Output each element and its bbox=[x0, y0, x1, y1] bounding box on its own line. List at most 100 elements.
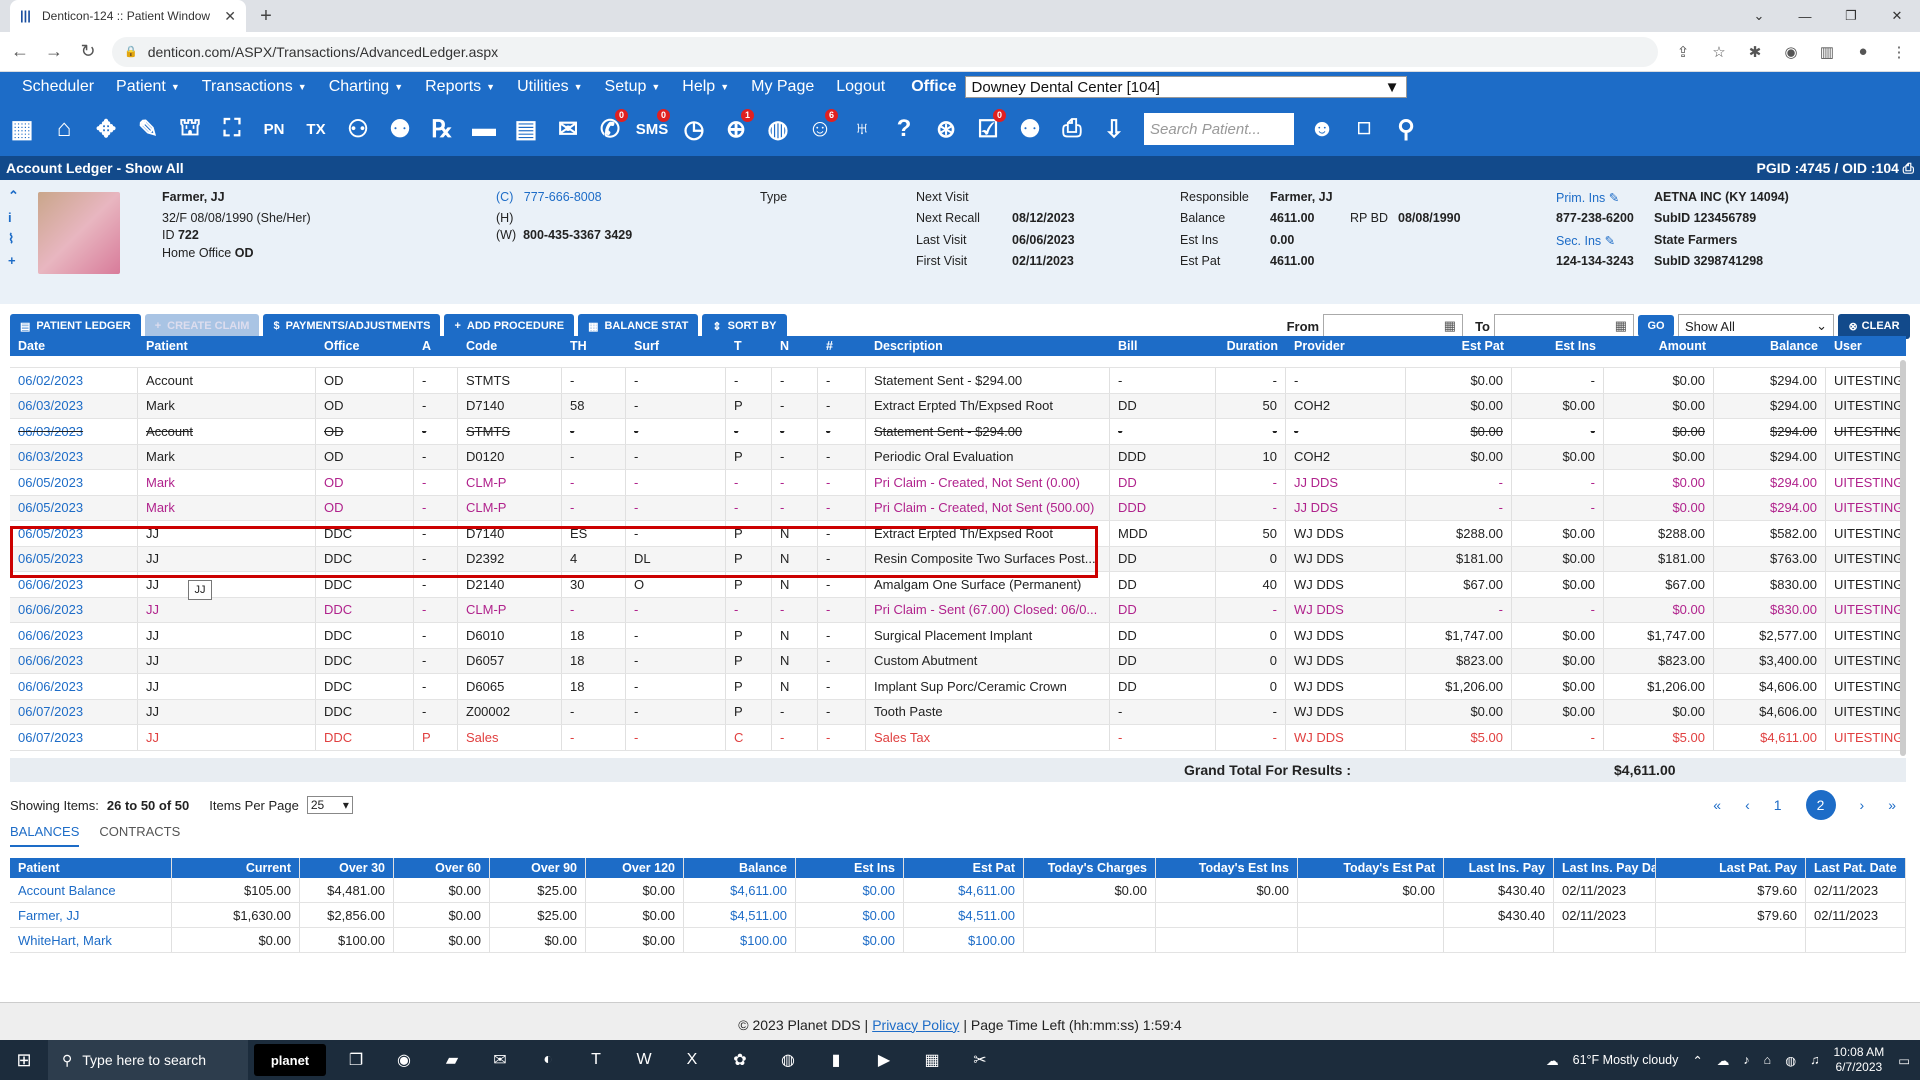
volume-icon[interactable]: ♫ bbox=[1810, 1053, 1819, 1067]
col-header-balance[interactable]: Balance bbox=[1714, 336, 1826, 356]
col-header-patient[interactable]: Patient bbox=[138, 336, 316, 356]
ledger-date-link[interactable]: 06/05/2023 bbox=[10, 495, 138, 520]
checkbox-toggle[interactable]: ☐ bbox=[1346, 109, 1382, 149]
balance-patient-link[interactable]: Account Balance bbox=[10, 878, 172, 902]
ledger-row[interactable]: 06/06/2023 JJ DDC - D6057 18- P N - Custom Abutme… bbox=[10, 648, 1906, 674]
ledger-row[interactable]: 06/03/2023 Account OD - STMTS - - - - - Statement … bbox=[10, 419, 1906, 445]
col-header-est-ins[interactable]: Est Ins bbox=[1512, 336, 1604, 356]
excel-icon[interactable]: X bbox=[668, 1040, 716, 1080]
globe-icon[interactable]: ◍ bbox=[1785, 1053, 1796, 1068]
pn-icon[interactable]: PN bbox=[256, 109, 292, 149]
ledger-row[interactable]: 06/05/2023 Mark OD - CLM-P - - - - - Pri Claim - C… bbox=[10, 470, 1906, 496]
globe-users-icon[interactable]: ⊕ 1 bbox=[718, 109, 754, 149]
tooth-icon[interactable]: ⛫ bbox=[172, 109, 208, 149]
prev-page-button[interactable]: ‹ bbox=[1745, 797, 1750, 813]
chrome-icon[interactable]: ◉ bbox=[380, 1040, 428, 1080]
paint-icon[interactable]: ✿ bbox=[716, 1040, 764, 1080]
balance-cell[interactable]: $4,511.00 bbox=[904, 903, 1024, 927]
balance-cell[interactable]: $100.00 bbox=[904, 928, 1024, 952]
ledger-date-link[interactable]: 06/05/2023 bbox=[10, 470, 138, 495]
tooth-outline-icon[interactable]: ♅ bbox=[844, 109, 880, 149]
planet-app-button[interactable]: planet bbox=[254, 1044, 326, 1076]
calendar-picker-icon[interactable]: ▦ bbox=[1615, 318, 1627, 334]
ledger-row[interactable]: 06/07/2023 JJ DDC - Z00002- - P - - Tooth Paste - -… bbox=[10, 699, 1906, 725]
add-person-icon[interactable]: ⚇ bbox=[340, 109, 376, 149]
bookmark-star-icon[interactable]: ☆ bbox=[1708, 43, 1730, 61]
reload-icon[interactable]: ↻ bbox=[78, 41, 98, 62]
world-icon[interactable]: ◍ bbox=[760, 109, 796, 149]
to-date-input[interactable]: ▦ bbox=[1494, 313, 1634, 339]
menu-item-utilities[interactable]: Utilities ▼ bbox=[495, 78, 582, 96]
privacy-policy-link[interactable]: Privacy Policy bbox=[872, 1017, 959, 1033]
calendar-icon[interactable]: ▦ bbox=[4, 109, 40, 149]
balance-cell[interactable]: $4,611.00 bbox=[684, 878, 796, 902]
close-tab-icon[interactable]: ✕ bbox=[224, 8, 236, 25]
close-window-icon[interactable]: ✕ bbox=[1874, 0, 1920, 32]
ledger-row[interactable]: 06/07/2023 JJ DDC P Sales - - C - - Sales Tax - - WJ … bbox=[10, 725, 1906, 751]
edge-icon[interactable]: ◐ bbox=[524, 1040, 572, 1080]
rx-icon[interactable]: ℞ bbox=[424, 109, 460, 149]
profile-icon[interactable]: ● bbox=[1852, 43, 1874, 60]
edit-sec-ins-icon[interactable]: ✎ bbox=[1605, 234, 1615, 248]
ledger-date-link[interactable]: 06/03/2023 bbox=[10, 419, 138, 444]
sort-by-button[interactable]: ⇕ SORT BY bbox=[702, 313, 787, 339]
menu-item-my-page[interactable]: My Page bbox=[729, 78, 814, 96]
col-header-surf[interactable]: Surf bbox=[626, 336, 726, 356]
col-header-bill[interactable]: Bill bbox=[1110, 336, 1216, 356]
new-tab-button[interactable]: + bbox=[252, 2, 280, 30]
ledger-date-link[interactable]: 06/06/2023 bbox=[10, 674, 138, 699]
patient-ledger-button[interactable]: ▤ PATIENT LEDGER bbox=[10, 313, 141, 339]
ledger-row[interactable]: 06/06/2023 JJ DDC - D6065 18- P N - Implant Sup P… bbox=[10, 674, 1906, 700]
balance-cell[interactable]: $0.00 bbox=[796, 903, 904, 927]
more-menu-icon[interactable]: ⋮ bbox=[1888, 43, 1910, 61]
network-icon[interactable]: ⊛ bbox=[928, 109, 964, 149]
menu-item-patient[interactable]: Patient ▼ bbox=[94, 78, 180, 96]
col-header-a[interactable]: A bbox=[414, 336, 458, 356]
balance-patient-link[interactable]: WhiteHart, Mark bbox=[10, 928, 172, 952]
filter-select[interactable]: Show All ⌄ bbox=[1678, 313, 1834, 339]
edit-ins-icon[interactable]: ✎ bbox=[1609, 191, 1619, 205]
calculator-icon[interactable]: ▦ bbox=[908, 1040, 956, 1080]
printer-doc-icon[interactable]: ▤ bbox=[508, 109, 544, 149]
teams-icon[interactable]: T bbox=[572, 1040, 620, 1080]
menu-item-reports[interactable]: Reports ▼ bbox=[403, 78, 495, 96]
tab-balances[interactable]: BALANCES bbox=[10, 824, 80, 847]
clock[interactable]: 10:08 AM 6/7/2023 bbox=[1833, 1045, 1884, 1075]
page-2-button[interactable]: 2 bbox=[1805, 790, 1836, 820]
col-header-amount[interactable]: Amount bbox=[1604, 336, 1714, 356]
add-group-icon[interactable]: ⚉ bbox=[382, 109, 418, 149]
message-icon[interactable]: ✆ 0 bbox=[592, 109, 628, 149]
file-explorer-icon[interactable]: ▰ bbox=[428, 1040, 476, 1080]
search-patient-input[interactable]: Search Patient... bbox=[1144, 113, 1294, 145]
col-header-est-pat[interactable]: Est Pat bbox=[1406, 336, 1512, 356]
home-icon[interactable]: ⌂ bbox=[46, 109, 82, 149]
ledger-date-link[interactable]: 06/03/2023 bbox=[10, 444, 138, 469]
download-icon[interactable]: ⇩ bbox=[1096, 109, 1132, 149]
prim-ins-link[interactable]: Prim. Ins ✎ bbox=[1556, 190, 1619, 205]
media-icon[interactable]: ▶ bbox=[860, 1040, 908, 1080]
ledger-date-link[interactable]: 06/06/2023 bbox=[10, 597, 138, 622]
ledger-row[interactable]: 06/06/2023 JJ DDC - D6010 18- P N - Surgical Plac… bbox=[10, 623, 1906, 649]
col-header-duration[interactable]: Duration bbox=[1216, 336, 1286, 356]
ledger-date-link[interactable]: 06/07/2023 bbox=[10, 725, 138, 750]
balance-stat-button[interactable]: ▦ BALANCE STAT bbox=[578, 313, 699, 339]
print-icon[interactable]: ⎙ bbox=[1054, 109, 1090, 149]
ledger-row[interactable]: 06/05/2023 JJ DDC - D2392 4 DL P N - Resin Composi… bbox=[10, 546, 1906, 572]
sms-icon[interactable]: SMS 0 bbox=[634, 109, 670, 149]
ledger-date-link[interactable]: 06/05/2023 bbox=[10, 546, 138, 571]
page-1-button[interactable]: 1 bbox=[1774, 797, 1782, 813]
ledger-row[interactable]: 06/03/2023 Mark OD - D0120- - P - - Periodic Oral… bbox=[10, 444, 1906, 470]
minimize-icon[interactable]: — bbox=[1782, 0, 1828, 32]
menu-item-scheduler[interactable]: Scheduler bbox=[0, 78, 94, 96]
snip-icon[interactable]: ✂ bbox=[956, 1040, 1004, 1080]
notifications-icon[interactable]: ▭ bbox=[1898, 1053, 1910, 1068]
add-icon[interactable]: + bbox=[8, 253, 19, 268]
card-icon[interactable]: ▬ bbox=[466, 109, 502, 149]
task-view-icon[interactable]: ❐ bbox=[332, 1040, 380, 1080]
transfer-icon[interactable]: ✥ bbox=[88, 109, 124, 149]
go-button[interactable]: GO bbox=[1638, 315, 1674, 337]
info-icon[interactable]: i bbox=[8, 210, 19, 225]
create-claim-button[interactable]: + CREATE CLAIM bbox=[144, 313, 260, 339]
office-select[interactable]: Downey Dental Center [104] ▼ bbox=[964, 76, 1407, 98]
first-page-button[interactable]: « bbox=[1713, 797, 1721, 813]
